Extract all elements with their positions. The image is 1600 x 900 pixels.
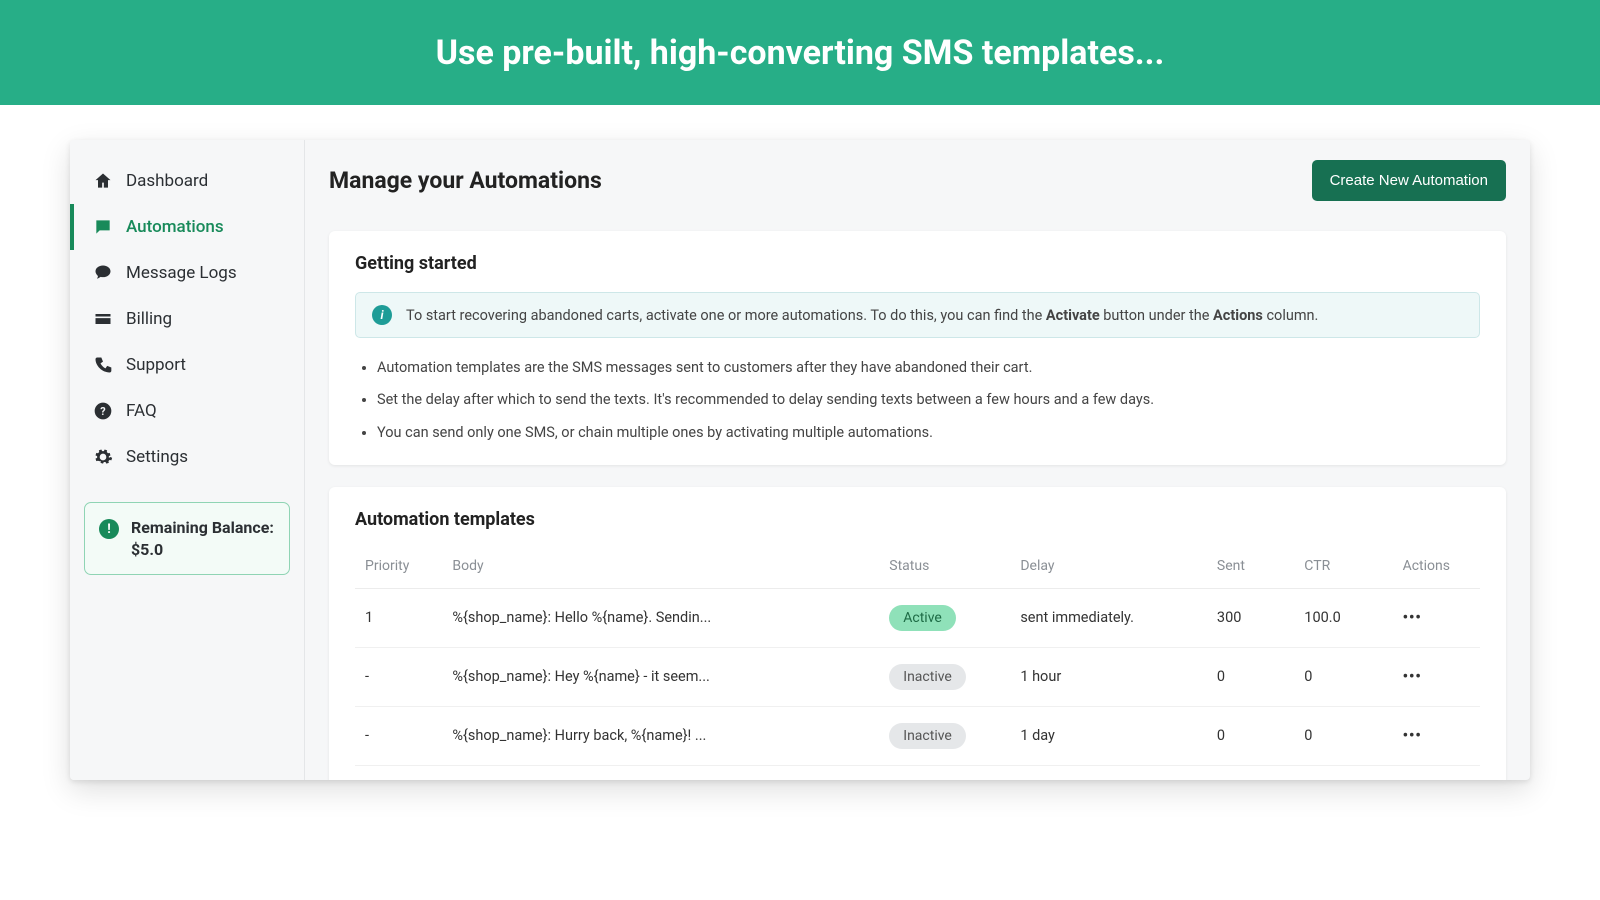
- info-text-bold: Actions: [1213, 307, 1263, 324]
- table-row: -%{shop_name}: Hurry back, %{name}! ... I…: [355, 706, 1480, 765]
- sidebar-item-support[interactable]: Support: [70, 342, 304, 388]
- remaining-balance-card[interactable]: ! Remaining Balance: $5.0: [84, 502, 290, 575]
- row-actions-menu[interactable]: •••: [1393, 588, 1480, 647]
- table-row: 1%{shop_name}: Hello %{name}. Sendin... A…: [355, 588, 1480, 647]
- col-header-sent: Sent: [1207, 548, 1294, 589]
- cell-sent: 0: [1207, 706, 1294, 765]
- create-new-automation-button[interactable]: Create New Automation: [1312, 160, 1506, 201]
- cell-ctr: 0: [1294, 765, 1392, 780]
- sidebar-item-label: Support: [126, 355, 186, 375]
- bullet-item: You can send only one SMS, or chain mult…: [377, 423, 1480, 443]
- sidebar-item-faq[interactable]: ? FAQ: [70, 388, 304, 434]
- cell-ctr: 100.0: [1294, 588, 1392, 647]
- page-title: Manage your Automations: [329, 167, 602, 194]
- info-icon: i: [372, 305, 392, 325]
- info-text-bold: Activate: [1046, 307, 1100, 324]
- cell-delay: sent immediately.: [1010, 588, 1207, 647]
- col-header-status: Status: [879, 548, 1010, 589]
- cell-body: %{shop_name}: Hurry back, %{name}! ...: [442, 706, 879, 765]
- table-row: -%{shop_name}: Stock is running out....I…: [355, 765, 1480, 780]
- sidebar: Dashboard Automations Message Logs Billi…: [70, 140, 305, 780]
- info-text-part: column.: [1263, 307, 1319, 324]
- getting-started-bullets: Automation templates are the SMS message…: [355, 358, 1480, 443]
- status-badge: Inactive: [889, 664, 966, 690]
- col-header-body: Body: [442, 548, 879, 589]
- sidebar-item-settings[interactable]: Settings: [70, 434, 304, 480]
- sidebar-item-label: Dashboard: [126, 171, 208, 191]
- gear-icon: [92, 446, 114, 468]
- row-actions-menu[interactable]: •••: [1393, 765, 1480, 780]
- main-header: Manage your Automations Create New Autom…: [329, 160, 1506, 201]
- cell-status: Inactive: [879, 765, 1010, 780]
- row-actions-menu[interactable]: •••: [1393, 647, 1480, 706]
- promo-banner: Use pre-built, high-converting SMS templ…: [0, 0, 1600, 105]
- cell-delay: 1 hour: [1010, 647, 1207, 706]
- sidebar-item-automations[interactable]: Automations: [70, 204, 304, 250]
- alert-icon: !: [99, 519, 119, 539]
- info-text-part: button under the: [1100, 307, 1213, 324]
- bullet-item: Set the delay after which to send the te…: [377, 390, 1480, 410]
- sidebar-item-label: Billing: [126, 309, 172, 329]
- cell-ctr: 0: [1294, 706, 1392, 765]
- cell-body: %{shop_name}: Hey %{name} - it seem...: [442, 647, 879, 706]
- status-badge: Inactive: [889, 723, 966, 749]
- app-window: Dashboard Automations Message Logs Billi…: [70, 140, 1530, 780]
- sidebar-item-dashboard[interactable]: Dashboard: [70, 158, 304, 204]
- sidebar-item-label: FAQ: [126, 401, 157, 421]
- getting-started-card: Getting started i To start recovering ab…: [329, 231, 1506, 465]
- cell-priority: -: [355, 765, 442, 780]
- table-header-row: Priority Body Status Delay Sent CTR Acti…: [355, 548, 1480, 589]
- info-text-part: To start recovering abandoned carts, act…: [406, 307, 1046, 324]
- sidebar-item-billing[interactable]: Billing: [70, 296, 304, 342]
- cell-priority: 1: [355, 588, 442, 647]
- promo-banner-text: Use pre-built, high-converting SMS templ…: [436, 33, 1165, 73]
- cell-body: %{shop_name}: Stock is running out....: [442, 765, 879, 780]
- cell-status: Active: [879, 588, 1010, 647]
- bullet-item: Automation templates are the SMS message…: [377, 358, 1480, 378]
- cell-priority: -: [355, 706, 442, 765]
- automation-templates-title: Automation templates: [355, 509, 1480, 530]
- card-icon: [92, 308, 114, 330]
- cell-delay: 45 minutes: [1010, 765, 1207, 780]
- cell-priority: -: [355, 647, 442, 706]
- col-header-delay: Delay: [1010, 548, 1207, 589]
- sidebar-item-label: Settings: [126, 447, 188, 467]
- cell-body: %{shop_name}: Hello %{name}. Sendin...: [442, 588, 879, 647]
- col-header-priority: Priority: [355, 548, 442, 589]
- phone-icon: [92, 354, 114, 376]
- help-icon: ?: [92, 400, 114, 422]
- sidebar-item-message-logs[interactable]: Message Logs: [70, 250, 304, 296]
- cell-status: Inactive: [879, 647, 1010, 706]
- svg-text:?: ?: [100, 405, 105, 418]
- info-callout-text: To start recovering abandoned carts, act…: [406, 307, 1318, 324]
- sidebar-item-label: Message Logs: [126, 263, 237, 283]
- getting-started-title: Getting started: [355, 253, 1480, 274]
- remaining-balance-label: Remaining Balance: $5.0: [131, 517, 275, 560]
- home-icon: [92, 170, 114, 192]
- table-row: -%{shop_name}: Hey %{name} - it seem... I…: [355, 647, 1480, 706]
- cell-ctr: 0: [1294, 647, 1392, 706]
- sms-bubble-icon: [92, 262, 114, 284]
- cell-delay: 1 day: [1010, 706, 1207, 765]
- row-actions-menu[interactable]: •••: [1393, 706, 1480, 765]
- status-badge: Active: [889, 605, 956, 631]
- col-header-ctr: CTR: [1294, 548, 1392, 589]
- automation-templates-card: Automation templates Priority Body Statu…: [329, 487, 1506, 780]
- cell-sent: 0: [1207, 647, 1294, 706]
- cell-sent: 0: [1207, 765, 1294, 780]
- main-content: Manage your Automations Create New Autom…: [305, 140, 1530, 780]
- automation-templates-table: Priority Body Status Delay Sent CTR Acti…: [355, 548, 1480, 780]
- chat-icon: [92, 216, 114, 238]
- cell-status: Inactive: [879, 706, 1010, 765]
- info-callout: i To start recovering abandoned carts, a…: [355, 292, 1480, 338]
- col-header-actions: Actions: [1393, 548, 1480, 589]
- cell-sent: 300: [1207, 588, 1294, 647]
- sidebar-item-label: Automations: [126, 217, 224, 237]
